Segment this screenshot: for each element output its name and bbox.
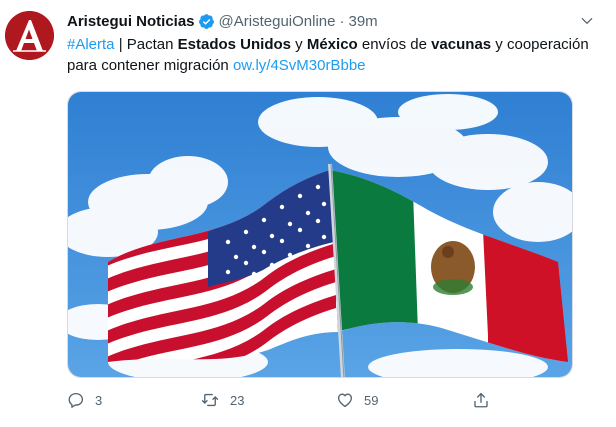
url-link[interactable]: ow.ly/4SvM30rBbbe (233, 57, 366, 74)
reply-icon (68, 392, 84, 408)
share-button[interactable] (472, 388, 500, 412)
tweet-header: Aristegui Noticias @AristeguiOnline · 39… (67, 10, 596, 32)
tweet-actions: 3 23 59 (67, 388, 587, 412)
hashtag-link[interactable]: #Alerta (67, 36, 115, 53)
reply-count: 3 (95, 392, 103, 408)
author-handle[interactable]: @AristeguiOnline (219, 13, 336, 30)
avatar[interactable] (5, 11, 54, 60)
like-count: 59 (364, 392, 379, 408)
tweet-text-part: envíos de (357, 36, 432, 53)
tweet-text-bold: vacunas (431, 36, 492, 53)
tweet-image[interactable] (67, 91, 573, 378)
tweet-text: #Alerta | Pactan Estados Unidos y México… (67, 34, 602, 76)
tweet-text-bold: México (306, 36, 358, 53)
like-button[interactable]: 59 (336, 388, 378, 412)
avatar-logo-icon (5, 11, 54, 60)
share-icon (474, 392, 488, 408)
flags-photo-icon (68, 92, 572, 377)
timestamp[interactable]: 39m (348, 13, 377, 30)
heart-icon (337, 393, 353, 408)
more-options-chevron-down-icon[interactable] (578, 12, 596, 30)
tweet-text-part: y (291, 36, 307, 53)
separator-dot: · (339, 12, 345, 30)
tweet-text-bold: Estados Unidos (177, 36, 291, 53)
retweet-icon (201, 393, 219, 407)
author-name[interactable]: Aristegui Noticias (67, 13, 195, 30)
tweet-card[interactable]: Aristegui Noticias @AristeguiOnline · 39… (0, 0, 616, 427)
verified-badge-icon (198, 13, 215, 30)
retweet-button[interactable]: 23 (200, 388, 244, 412)
retweet-count: 23 (230, 392, 245, 408)
reply-button[interactable]: 3 (67, 388, 102, 412)
tweet-text-part: | Pactan (114, 36, 178, 53)
